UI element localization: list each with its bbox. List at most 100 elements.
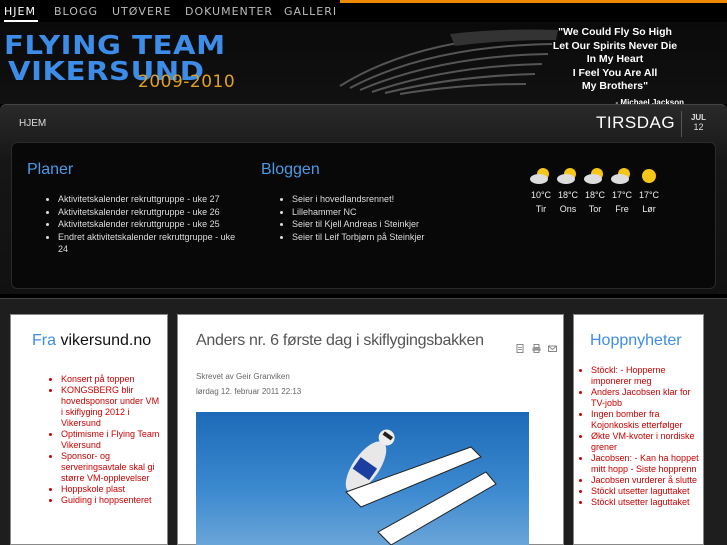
planer-list: Aktivitetskalender rekruttgruppe - uke 2…: [58, 193, 238, 256]
list-item: Økte VM-kvoter i nordiske grener: [591, 431, 701, 453]
news-link[interactable]: Økte VM-kvoter i nordiske grener: [591, 431, 695, 452]
header-quote: "We Could Fly So High Let Our Spirits Ne…: [540, 26, 690, 104]
weather-dayname: Tor: [588, 204, 602, 214]
list-item: Hoppskole plast: [61, 484, 161, 495]
panel-inner: Planer Aktivitetskalender rekruttgruppe …: [11, 142, 716, 289]
logo-years: 2009-2010: [138, 72, 236, 92]
partly-cloudy-icon: [584, 168, 603, 184]
weather-temp: 18°C: [557, 190, 579, 200]
news-link[interactable]: Stöckl utsetter laguttaket: [591, 486, 690, 496]
quote-author: - Michael Jackson: [615, 97, 684, 105]
weather-temp: 17°C: [638, 190, 660, 200]
pdf-icon[interactable]: [516, 344, 525, 353]
right-box-title: Hoppnyheter: [590, 332, 682, 349]
print-icon[interactable]: [532, 344, 541, 353]
quote-line: Let Our Spirits Never Die: [552, 39, 678, 52]
quote-line: "We Could Fly So High: [558, 26, 672, 38]
list-item: Jacobsen: - Kan ha hoppet mitt hopp - Si…: [591, 453, 701, 475]
left-box-title-rest: vikersund.no: [56, 332, 152, 349]
list-item: Seier til Kjell Andreas i Steinkjer: [292, 218, 492, 231]
bloggen-link[interactable]: Lillehammer NC: [292, 207, 357, 217]
bloggen-title: Bloggen: [261, 161, 320, 178]
email-icon[interactable]: [548, 344, 557, 353]
weather-temp: 10°C: [530, 190, 552, 200]
hoppnyheter-list: Stöckl: - Hopperne imponerer meg Anders …: [591, 365, 701, 508]
list-item: Konsert på toppen: [61, 374, 161, 385]
news-link[interactable]: Stöckl utsetter laguttaket: [591, 497, 690, 507]
list-item: Stöckl utsetter laguttaket: [591, 497, 701, 508]
vikersund-news-list: Konsert på toppen KONGSBERG blir hovedsp…: [61, 374, 161, 506]
list-item: Stöckl: - Hopperne imponerer meg: [591, 365, 701, 387]
hoppnyheter-box: Hoppnyheter Stöckl: - Hopperne imponerer…: [573, 314, 704, 545]
news-link[interactable]: Jacobsen vurderer å slutte: [591, 475, 697, 485]
quote-line: In My Heart: [586, 53, 644, 65]
planer-link[interactable]: Aktivitetskalender rekruttgruppe - uke 2…: [58, 194, 220, 204]
news-link[interactable]: Konsert på toppen: [61, 374, 135, 384]
left-box-title-prefix: Fra: [32, 332, 56, 349]
list-item: Sponsor- og serveringsavtale skal gi stø…: [61, 451, 161, 484]
breadcrumb[interactable]: HJEM: [19, 118, 46, 129]
partly-cloudy-icon: [557, 168, 576, 184]
weather-day: 18°C Tor: [581, 166, 609, 214]
news-link[interactable]: Optimisme i Flying Team Vikersund: [61, 429, 159, 450]
planer-title: Planer: [27, 161, 74, 178]
weather-day: 18°C Ons: [554, 166, 582, 214]
sun-icon: [642, 169, 656, 183]
list-item: Lillehammer NC: [292, 206, 492, 219]
news-link[interactable]: Hoppskole plast: [61, 484, 125, 494]
list-item: Seier i hovedlandsrennet!: [292, 193, 492, 206]
list-item: Aktivitetskalender rekruttgruppe - uke 2…: [58, 193, 238, 206]
weather-day: 10°C Tir: [527, 166, 555, 214]
planer-link[interactable]: Aktivitetskalender rekruttgruppe - uke 2…: [58, 219, 220, 229]
left-box-title: Fra vikersund.no: [32, 332, 151, 350]
wing-graphic: [339, 29, 558, 95]
weather-dayname: Ons: [559, 204, 577, 214]
list-item: Aktivitetskalender rekruttgruppe - uke 2…: [58, 218, 238, 231]
news-link[interactable]: Guiding i hoppsenteret: [61, 495, 152, 505]
article-actions: [516, 344, 557, 353]
news-link[interactable]: Anders Jacobsen klar for TV-jobb: [591, 387, 691, 408]
article-title[interactable]: Anders nr. 6 første dag i skiflygingsbak…: [196, 332, 484, 350]
site-header: FLYING TEAM VIKERSUND 2009-2010 "We Coul…: [0, 22, 727, 104]
list-item: Anders Jacobsen klar for TV-jobb: [591, 387, 701, 409]
weather-temp: 18°C: [584, 190, 606, 200]
list-item: Guiding i hoppsenteret: [61, 495, 161, 506]
nav-item-utovere[interactable]: UTØVERE: [112, 0, 172, 22]
news-link[interactable]: KONGSBERG blir hovedsponsor under VM i s…: [61, 385, 159, 428]
bloggen-link[interactable]: Seier til Kjell Andreas i Steinkjer: [292, 219, 419, 229]
vikersund-news-box: Fra vikersund.no Konsert på toppen KONGS…: [10, 314, 168, 545]
nav-item-dokumenter[interactable]: DOKUMENTER: [185, 0, 273, 22]
article-date: lørdag 12. februar 2011 22:13: [196, 387, 302, 396]
ski-jumper-photo: [196, 412, 529, 545]
day-name: TIRSDAG: [596, 113, 676, 132]
accent-line: [340, 0, 727, 3]
weather-day: 17°C Lør: [635, 166, 663, 214]
list-item: Jacobsen vurderer å slutte: [591, 475, 701, 486]
list-item: Optimisme i Flying Team Vikersund: [61, 429, 161, 451]
planer-link[interactable]: Aktivitetskalender rekruttgruppe - uke 2…: [58, 207, 220, 217]
list-item: Ingen bomber fra Kojonkoskis etterfølger: [591, 409, 701, 431]
nav-item-hjem[interactable]: HJEM: [4, 0, 38, 22]
weather-dayname: Fre: [615, 204, 629, 214]
quote-line: My Brothers": [581, 80, 649, 92]
bloggen-link[interactable]: Seier til Leif Torbjørn på Steinkjer: [292, 232, 424, 242]
planer-link[interactable]: Endret aktivitetskalender rekruttgruppe …: [58, 232, 235, 255]
weather-day: 17°C Fre: [608, 166, 636, 214]
top-nav: HJEM BLOGG UTØVERE DOKUMENTER GALLERI: [0, 0, 727, 22]
list-item: Seier til Leif Torbjørn på Steinkjer: [292, 231, 492, 244]
weather-temp: 17°C: [611, 190, 633, 200]
date-badge: JUL 12: [681, 111, 715, 137]
date-month: JUL: [690, 113, 707, 122]
list-item: Aktivitetskalender rekruttgruppe - uke 2…: [58, 206, 238, 219]
article-byline: Skrevet av Geir Granviken: [196, 372, 290, 381]
nav-item-blogg[interactable]: BLOGG: [54, 0, 98, 22]
list-item: KONGSBERG blir hovedsponsor under VM i s…: [61, 385, 161, 429]
bloggen-list: Seier i hovedlandsrennet! Lillehammer NC…: [292, 193, 492, 243]
list-item: Stöckl utsetter laguttaket: [591, 486, 701, 497]
bloggen-link[interactable]: Seier i hovedlandsrennet!: [292, 194, 394, 204]
news-link[interactable]: Stöckl: - Hopperne imponerer meg: [591, 365, 666, 386]
news-link[interactable]: Ingen bomber fra Kojonkoskis etterfølger: [591, 409, 683, 430]
nav-item-galleri[interactable]: GALLERI: [284, 0, 337, 22]
news-link[interactable]: Sponsor- og serveringsavtale skal gi stø…: [61, 451, 155, 483]
news-link[interactable]: Jacobsen: - Kan ha hoppet mitt hopp - Si…: [591, 453, 699, 474]
